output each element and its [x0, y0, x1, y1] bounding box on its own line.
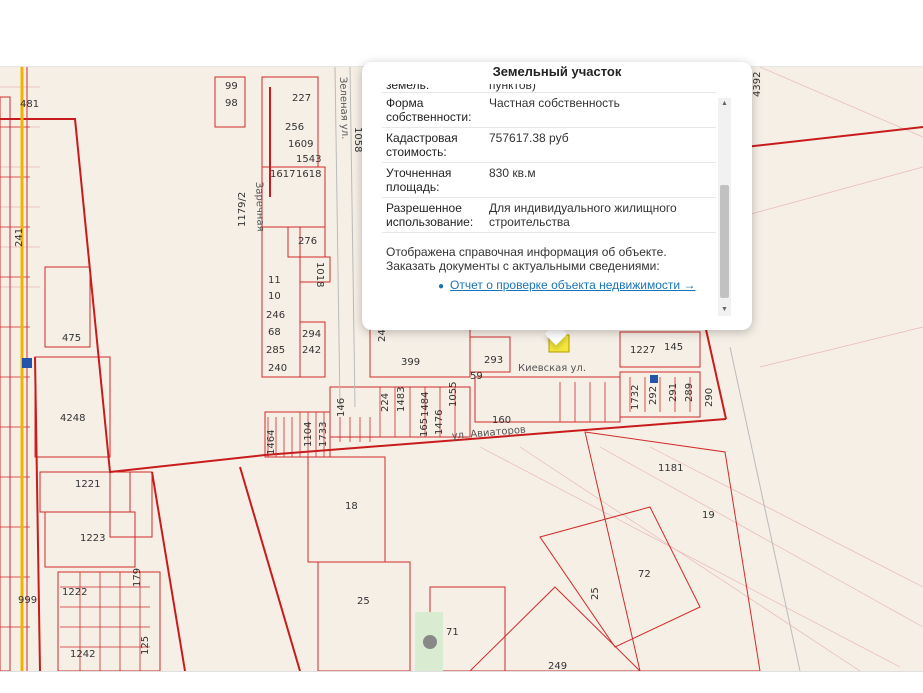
scroll-thumb[interactable] — [720, 185, 729, 298]
parcel-number[interactable]: 285 — [266, 345, 285, 356]
parcel-number[interactable]: 160 — [492, 415, 511, 426]
row-value: пунктов) — [489, 84, 536, 92]
info-row-usage: Разрешенное использование: Для индивидуа… — [382, 198, 716, 233]
parcel-number[interactable]: 293 — [484, 355, 503, 366]
parcel-number[interactable]: 1609 — [288, 139, 313, 150]
parcel-number[interactable]: 1179/2 — [237, 192, 248, 227]
parcel-number[interactable]: 25 — [590, 587, 601, 600]
parcel-number[interactable]: 242 — [302, 345, 321, 356]
parcel-number[interactable]: 1464 — [266, 430, 277, 455]
info-row-cost: Кадастровая стоимость: 757617.38 руб — [382, 128, 716, 163]
parcel-number[interactable]: 475 — [62, 333, 81, 344]
info-row-area: Уточненная площадь: 830 кв.м — [382, 163, 716, 198]
info-row-cut: земель: пунктов) — [382, 84, 716, 93]
bottom-bar — [0, 671, 923, 693]
parcel-number[interactable]: 1227 — [630, 345, 655, 356]
parcel-number[interactable]: 19 — [702, 510, 715, 521]
bus-stop-icon — [22, 358, 32, 368]
parcel-number[interactable]: 1018 — [314, 262, 325, 287]
parcel-number[interactable]: 291 — [668, 383, 679, 402]
row-key: земель: — [386, 84, 430, 92]
parcel-number[interactable]: 241 — [14, 228, 25, 247]
scroll-up-arrow-icon[interactable]: ▲ — [718, 98, 731, 110]
report-link[interactable]: Отчет о проверке объекта недвижимости → — [450, 278, 695, 292]
parcel-number[interactable]: 1543 — [296, 154, 321, 165]
top-bar — [0, 0, 923, 67]
parcel-number[interactable]: 1732 — [630, 385, 641, 410]
parcel-number[interactable]: 72 — [638, 569, 651, 580]
park-icon — [423, 635, 437, 649]
parcel-number[interactable]: 1055 — [448, 382, 459, 407]
parcel-number[interactable]: 1242 — [70, 649, 95, 660]
parcel-number[interactable]: 98 — [225, 98, 238, 109]
parcel-number[interactable]: 227 — [292, 93, 311, 104]
scroll-down-arrow-icon[interactable]: ▼ — [718, 304, 731, 316]
popup-title: Земельный участок — [492, 64, 622, 79]
parcel-number[interactable]: 179 — [132, 568, 143, 587]
parcel-number[interactable]: 1483 — [396, 387, 407, 412]
row-value: 757617.38 руб — [489, 131, 569, 145]
row-value: 830 кв.м — [489, 166, 536, 180]
parcel-number[interactable]: 165 — [419, 418, 430, 437]
parcel-number[interactable]: 256 — [285, 122, 304, 133]
parcel-number[interactable]: 145 — [664, 342, 683, 353]
parcel-number[interactable]: 249 — [548, 661, 567, 671]
parcel-number[interactable]: 18 — [345, 501, 358, 512]
row-key: Кадастровая стоимость: — [386, 131, 458, 159]
parcel-number[interactable]: 481 — [20, 99, 39, 110]
parcel-number[interactable]: 1484 — [420, 392, 431, 417]
parcel-number[interactable]: 99 — [225, 81, 238, 92]
parcel-number[interactable]: 1221 — [75, 479, 100, 490]
parcel-number[interactable]: 290 — [704, 388, 715, 407]
row-key: Разрешенное использование: — [386, 201, 474, 229]
parcel-number[interactable]: 4248 — [60, 413, 85, 424]
parcel-number[interactable]: 1476 — [434, 410, 445, 435]
parcel-number[interactable]: 68 — [268, 327, 281, 338]
street-label: Киевская ул. — [518, 363, 586, 374]
parcel-number[interactable]: 1617 — [270, 169, 295, 180]
parcel-number[interactable]: 292 — [648, 386, 659, 405]
row-key: Форма собственности: — [386, 96, 472, 124]
parcel-number[interactable]: 4392 — [752, 72, 763, 97]
parcel-number[interactable]: 146 — [336, 398, 347, 417]
parcel-number[interactable]: 240 — [268, 363, 287, 374]
street-label: Заречная — [253, 182, 266, 232]
report-link-item: ● Отчет о проверке объекта недвижимости → — [382, 273, 716, 292]
parcel-number[interactable]: 1104 — [303, 422, 314, 447]
parcel-number[interactable]: 1618 — [296, 169, 321, 180]
parcel-number[interactable]: 289 — [684, 383, 695, 402]
parcel-number[interactable]: 1222 — [62, 587, 87, 598]
bullet-icon: ● — [438, 281, 445, 292]
parcel-number[interactable]: 25 — [357, 596, 370, 607]
parcel-number[interactable]: 10 — [268, 291, 281, 302]
parcel-number[interactable]: 276 — [298, 236, 317, 247]
parcel-number[interactable]: 71 — [446, 627, 459, 638]
parcel-number[interactable]: 294 — [302, 329, 321, 340]
parcel-number[interactable]: 399 — [401, 357, 420, 368]
row-key: Уточненная площадь: — [386, 166, 452, 194]
popup-body[interactable]: земель: пунктов) Форма собственности: Ча… — [382, 84, 716, 320]
popup-scrollbar[interactable]: ▲ ▼ — [718, 98, 731, 316]
parcel-number[interactable]: 246 — [266, 310, 285, 321]
parcel-number[interactable]: 11 — [268, 275, 281, 286]
parcel-number[interactable]: 224 — [380, 393, 391, 412]
parcel-number[interactable]: 24 — [377, 329, 388, 342]
row-value: Частная собственность — [489, 96, 620, 110]
parcel-number[interactable]: 1181 — [658, 463, 683, 474]
info-popup: Земельный участок земель: пунктов) Форма… — [362, 62, 752, 330]
parcel-number[interactable]: 59 — [470, 371, 483, 382]
street-label: Зеленая ул. — [337, 77, 350, 140]
transport-icon — [650, 375, 658, 383]
row-value: Для индивидуального жилищного строительс… — [489, 201, 677, 229]
parcel-number[interactable]: 999 — [18, 595, 37, 606]
parcel-number[interactable]: 125 — [140, 636, 151, 655]
parcel-number[interactable]: 1223 — [80, 533, 105, 544]
info-row-ownership: Форма собственности: Частная собственнос… — [382, 93, 716, 128]
parcel-number[interactable]: 1733 — [318, 422, 329, 447]
popup-note: Отображена справочная информация об объе… — [386, 245, 667, 273]
street-label: ул. Авиаторов — [451, 425, 526, 442]
